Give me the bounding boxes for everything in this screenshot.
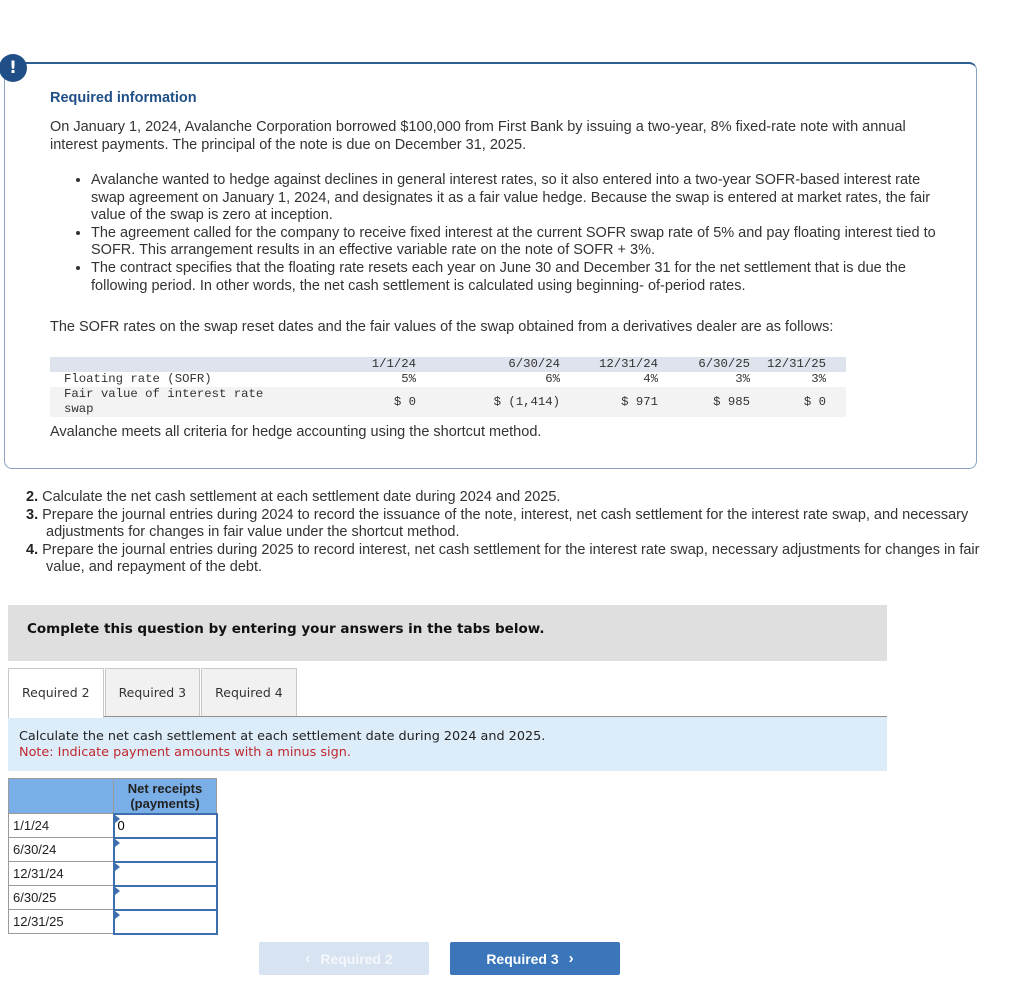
- rates-row-label: Floating rate (SOFR): [64, 372, 212, 386]
- instruction-note: Note: Indicate payment amounts with a mi…: [19, 745, 351, 760]
- question-number: 4.: [26, 541, 39, 558]
- info-intro: On January 1, 2024, Avalanche Corporatio…: [50, 119, 906, 153]
- input-marker-icon: [114, 838, 120, 847]
- rates-cell: 6%: [545, 372, 560, 386]
- table-row: 12/31/25: [8, 908, 218, 935]
- rates-cell: $ 985: [713, 394, 750, 409]
- rates-date-header: 6/30/25: [698, 357, 750, 371]
- rates-cell: $ 971: [621, 394, 658, 409]
- requirement-tabs: Required 2 Required 3 Required 4: [8, 668, 298, 718]
- table-row: 12/31/24: [8, 860, 218, 887]
- net-receipts-input-12-31-25[interactable]: [114, 911, 216, 932]
- settlement-date: 12/31/24: [8, 861, 114, 886]
- next-required-3-button[interactable]: Required 3 ›: [450, 942, 620, 975]
- sofr-rates-table: 1/1/24 6/30/24 12/31/24 6/30/25 12/31/25…: [50, 357, 846, 417]
- bullet-item: Avalanche wanted to hedge against declin…: [91, 172, 950, 225]
- settlement-date: 6/30/24: [8, 837, 114, 862]
- rates-cell: 4%: [643, 372, 658, 386]
- bullet-item: The agreement called for the company to …: [91, 225, 950, 260]
- tab-required-3[interactable]: Required 3: [104, 668, 201, 717]
- instruction-text: Calculate the net cash settlement at eac…: [19, 729, 546, 744]
- info-title: Required information: [50, 90, 197, 106]
- question-item: 2. Calculate the net cash settlement at …: [8, 489, 983, 507]
- net-receipts-input-6-30-24[interactable]: [114, 839, 216, 860]
- instructions-banner: Complete this question by entering your …: [8, 605, 887, 661]
- input-marker-icon: [114, 886, 120, 895]
- settlement-date: 6/30/25: [8, 885, 114, 910]
- rates-date-header: 12/31/25: [766, 357, 826, 371]
- settlement-date: 12/31/25: [8, 909, 114, 934]
- tab-required-4[interactable]: Required 4: [201, 668, 297, 717]
- rates-cell: 3%: [811, 372, 826, 386]
- input-marker-icon: [114, 814, 120, 823]
- rates-date-header: 12/31/24: [598, 357, 658, 371]
- rates-date-header: 6/30/24: [508, 357, 560, 371]
- rates-cell: $ 0: [393, 394, 416, 409]
- question-item: 3. Prepare the journal entries during 20…: [8, 507, 983, 542]
- question-number: 2.: [26, 489, 39, 505]
- previous-required-2-button[interactable]: ‹ Required 2: [259, 942, 429, 975]
- answer-header-row: Net receipts (payments): [8, 778, 217, 814]
- net-receipts-input-1-1-24[interactable]: [114, 815, 216, 836]
- rates-row-sofr: Floating rate (SOFR) 5% 6% 4% 3% 3%: [50, 372, 846, 387]
- rates-cell: 3%: [735, 372, 750, 386]
- rates-row-label: Fair value of interest rate swap: [64, 387, 264, 416]
- table-row: 6/30/24: [8, 836, 218, 863]
- tab-required-2[interactable]: Required 2: [8, 668, 104, 718]
- rates-header-row: 1/1/24 6/30/24 12/31/24 6/30/25 12/31/25: [50, 357, 846, 372]
- info-bullets: Avalanche wanted to hedge against declin…: [50, 172, 950, 295]
- rates-date-header: 1/1/24: [371, 357, 416, 371]
- net-settlement-table: Net receipts (payments) 1/1/24 6/30/24 1…: [8, 778, 218, 935]
- prev-button-label: Required 2: [320, 950, 393, 967]
- question-item: 4. Prepare the journal entries during 20…: [8, 542, 983, 577]
- question-number: 3.: [26, 506, 39, 523]
- input-marker-icon: [114, 862, 120, 871]
- question-list: 2. Calculate the net cash settlement at …: [8, 489, 983, 577]
- rates-cell: $ 0: [803, 394, 826, 409]
- exclamation-icon: !: [0, 54, 27, 82]
- rates-header-blank: [50, 357, 290, 372]
- hedge-criteria-text: Avalanche meets all criteria for hedge a…: [50, 424, 542, 440]
- input-marker-icon: [114, 910, 120, 919]
- question-text: Prepare the journal entries during 2024 …: [42, 506, 969, 541]
- net-receipts-input-6-30-25[interactable]: [114, 887, 216, 908]
- answer-header-blank: [8, 778, 114, 814]
- next-button-label: Required 3: [486, 950, 559, 967]
- table-row: 1/1/24: [8, 812, 218, 839]
- banner-text: Complete this question by entering your …: [27, 621, 545, 637]
- rates-cell: $ (1,414): [493, 394, 560, 409]
- question-text: Prepare the journal entries during 2025 …: [42, 541, 980, 576]
- tab-instructions: Calculate the net cash settlement at eac…: [8, 717, 887, 771]
- sofr-intro: The SOFR rates on the swap reset dates a…: [50, 319, 834, 335]
- chevron-right-icon: ›: [568, 950, 574, 967]
- settlement-date: 1/1/24: [8, 813, 114, 838]
- bullet-item: The contract specifies that the floating…: [91, 260, 950, 295]
- rates-cell: 5%: [401, 372, 416, 386]
- net-receipts-input-12-31-24[interactable]: [114, 863, 216, 884]
- chevron-left-icon: ‹: [305, 950, 311, 967]
- question-text: Calculate the net cash settlement at eac…: [42, 489, 561, 505]
- net-receipts-header: Net receipts (payments): [113, 778, 217, 814]
- rates-row-fair-value: Fair value of interest rate swap $ 0 $ (…: [50, 387, 846, 417]
- table-row: 6/30/25: [8, 884, 218, 911]
